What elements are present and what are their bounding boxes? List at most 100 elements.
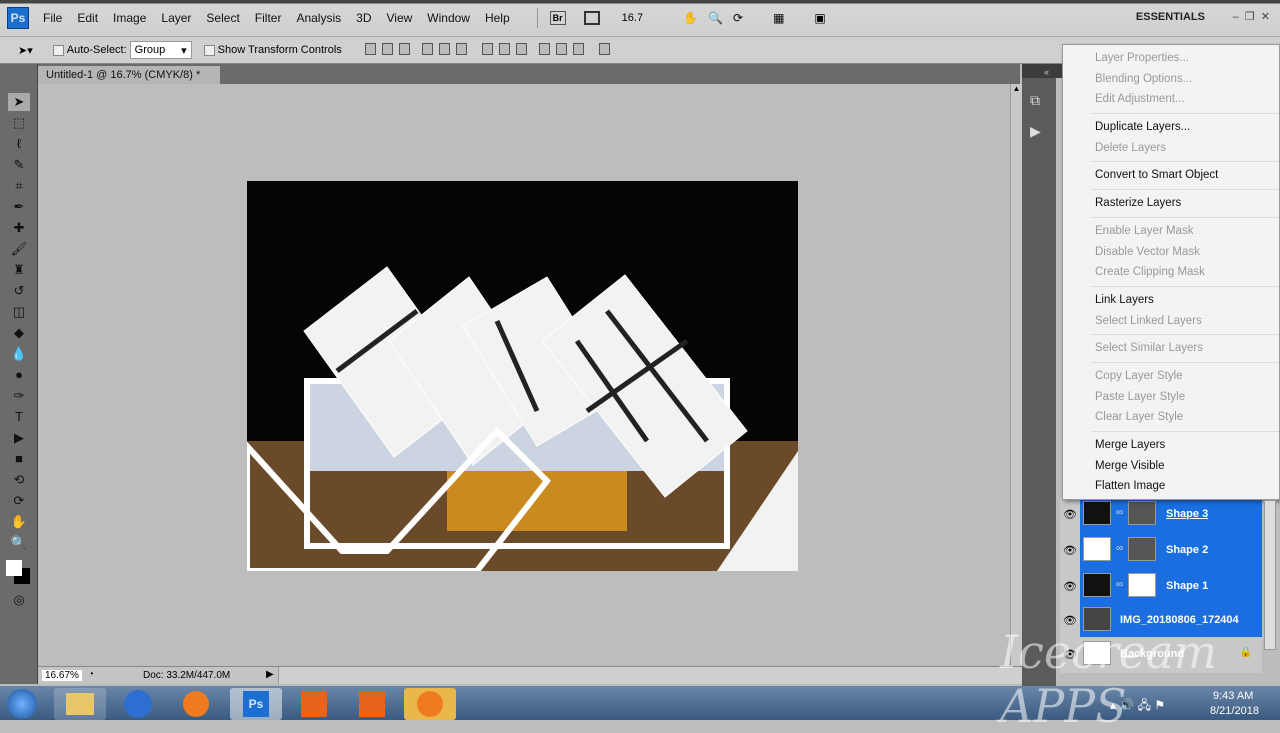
visibility-eye-icon[interactable]: 👁 [1060, 497, 1080, 533]
quick-mask-icon[interactable]: ◎ [8, 591, 30, 609]
path-select-icon[interactable]: ▶ [8, 429, 30, 447]
context-menu-item[interactable]: Flatten Image [1063, 476, 1279, 497]
layer-row[interactable]: 👁 Background 🔒 [1060, 637, 1262, 673]
layer-row[interactable]: 👁 ∞ Shape 2 [1060, 533, 1262, 569]
layer-row[interactable]: 👁 ∞ Shape 3 [1060, 497, 1262, 533]
healing-tool-icon[interactable]: ✚ [8, 219, 30, 237]
screenshot-icon[interactable] [346, 688, 398, 720]
screen-mode-icon[interactable] [583, 11, 600, 25]
context-menu-item[interactable]: Link Layers [1063, 290, 1279, 311]
hand-tool-icon[interactable]: ✋ [8, 513, 30, 531]
layer-name[interactable]: Shape 1 [1166, 580, 1208, 592]
context-menu-item[interactable]: Convert to Smart Object [1063, 165, 1279, 186]
lasso-tool-icon[interactable]: ℓ [8, 135, 30, 153]
start-button[interactable] [0, 688, 44, 720]
visibility-eye-icon[interactable]: 👁 [1060, 637, 1080, 673]
document-canvas[interactable] [247, 181, 798, 571]
pen-tool-icon[interactable]: ✑ [8, 387, 30, 405]
marquee-tool-icon[interactable]: ⬚ [8, 114, 30, 132]
menu-filter[interactable]: Filter [255, 11, 282, 25]
menu-3d[interactable]: 3D [356, 11, 371, 25]
eyedropper-tool-icon[interactable]: ✒ [8, 198, 30, 216]
align-icons[interactable] [362, 42, 614, 58]
clock-time[interactable]: 9:43 AM [1213, 690, 1253, 702]
context-menu-item: Delete Layers [1095, 141, 1166, 154]
3d-orbit-icon[interactable]: ⟳ [8, 492, 30, 510]
layer-context-menu: Layer Properties... Blending Options... Ed… [1062, 44, 1280, 500]
layer-name[interactable]: Background [1120, 648, 1184, 660]
dodge-tool-icon[interactable]: ● [8, 366, 30, 384]
horizontal-scrollbar[interactable] [278, 667, 1022, 684]
layer-body: ∞ Shape 2 [1080, 533, 1262, 569]
firefox-active-icon[interactable] [404, 688, 456, 720]
type-tool-icon[interactable]: T [8, 408, 30, 426]
explorer-icon[interactable] [54, 688, 106, 720]
3d-rotate-icon[interactable]: ⟲ [8, 471, 30, 489]
zoom-tool-icon[interactable]: 🔍 [8, 534, 30, 552]
menu-help[interactable]: Help [485, 11, 510, 25]
menu-edit[interactable]: Edit [77, 11, 98, 25]
layer-name[interactable]: IMG_20180806_172404 [1120, 614, 1239, 626]
brush-tool-icon[interactable]: 🖌 [8, 240, 30, 258]
context-menu-item[interactable]: Merge Layers [1063, 435, 1279, 456]
arrange-documents-icon[interactable]: ▦ [773, 11, 784, 25]
menu-view[interactable]: View [386, 11, 412, 25]
visibility-eye-icon[interactable]: 👁 [1060, 603, 1080, 639]
rotate-view-icon[interactable]: ⟳ [733, 11, 743, 25]
blur-tool-icon[interactable]: 💧 [8, 345, 30, 363]
crop-tool-icon[interactable]: ⌗ [8, 177, 30, 195]
layer-name[interactable]: Shape 3 [1166, 508, 1208, 520]
menu-analysis[interactable]: Analysis [296, 11, 341, 25]
document-tab[interactable]: Untitled-1 @ 16.7% (CMYK/8) * × [38, 66, 220, 93]
firefox-icon[interactable] [170, 688, 222, 720]
layer-name[interactable]: Shape 2 [1166, 544, 1208, 556]
context-menu-item[interactable]: Merge Visible [1063, 456, 1279, 477]
menu-select[interactable]: Select [206, 11, 239, 25]
actions-panel-icon[interactable]: ▶ [1030, 123, 1048, 140]
vertical-scrollbar[interactable]: ▲ [1010, 84, 1022, 666]
move-tool-icon[interactable]: ➤ [8, 93, 30, 111]
quick-select-tool-icon[interactable]: ✎ [8, 156, 30, 174]
clock-date[interactable]: 8/21/2018 [1210, 705, 1259, 717]
status-info-icon[interactable]: ◔ [88, 669, 94, 680]
menu-image[interactable]: Image [113, 11, 146, 25]
zoom-level[interactable]: 16.67% [42, 670, 82, 681]
canvas-area[interactable] [38, 84, 1010, 666]
layer-row[interactable]: 👁 ∞ Shape 1 [1060, 569, 1262, 605]
history-brush-icon[interactable]: ↺ [8, 282, 30, 300]
stamp-tool-icon[interactable]: ♜ [8, 261, 30, 279]
status-menu-arrow[interactable]: ▶ [266, 669, 274, 680]
visibility-eye-icon[interactable]: 👁 [1060, 533, 1080, 569]
menu-divider [1091, 334, 1279, 336]
menu-divider [1091, 216, 1279, 218]
visibility-eye-icon[interactable]: 👁 [1060, 569, 1080, 605]
menu-file[interactable]: File [43, 11, 62, 25]
context-menu-item[interactable]: Rasterize Layers [1063, 193, 1279, 214]
shape-tool-icon[interactable]: ■ [8, 450, 30, 468]
photoshop-taskbar-icon[interactable]: Ps [230, 688, 282, 720]
eraser-tool-icon[interactable]: ◫ [8, 303, 30, 321]
window-controls[interactable]: – ❐ ✕ [1233, 10, 1270, 23]
app-icon[interactable] [112, 688, 164, 720]
layers-scrollbar[interactable] [1264, 500, 1276, 650]
auto-select-checkbox[interactable] [52, 44, 64, 56]
zoom-select[interactable]: 16.7 [622, 12, 643, 24]
history-panel-icon[interactable]: ⧉ [1030, 92, 1048, 109]
workspace-switcher[interactable]: ESSENTIALS [1136, 11, 1205, 23]
auto-select-dropdown[interactable]: Group ▾ [129, 41, 192, 59]
zoom-icon[interactable]: 🔍 [708, 11, 723, 25]
paint-bucket-icon[interactable]: ◆ [8, 324, 30, 342]
move-tool-preset-icon[interactable]: ➤▾ [18, 44, 33, 57]
context-menu-item: Disable Vector Mask [1095, 245, 1200, 258]
tray-icons[interactable]: ▴ 🔊 🖧 ⚑ [1110, 696, 1165, 717]
hand-icon[interactable]: ✋ [683, 11, 698, 25]
show-transform-controls-checkbox[interactable] [203, 44, 215, 56]
menu-layer[interactable]: Layer [161, 11, 191, 25]
menu-window[interactable]: Window [427, 11, 470, 25]
screen-mode-menu-icon[interactable]: ▣ [814, 11, 825, 25]
layer-row[interactable]: 👁 IMG_20180806_172404 [1060, 603, 1262, 639]
screen-recorder-icon[interactable] [288, 688, 340, 720]
context-menu-item[interactable]: Duplicate Layers... [1063, 117, 1279, 138]
color-swatches[interactable] [0, 558, 37, 588]
bridge-button[interactable]: Br [549, 11, 566, 25]
